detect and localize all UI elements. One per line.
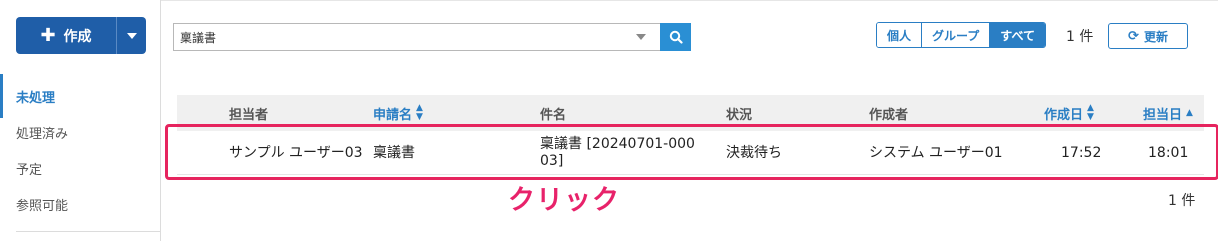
column-label: 担当日 (1143, 107, 1183, 123)
cell-status: 決裁待ち (726, 144, 782, 161)
column-header-subject: 件名 (540, 95, 566, 131)
sidebar: ✚ 作成 未処理 処理済み 予定 参照可能 (3, 0, 161, 241)
search-icon (669, 30, 683, 44)
column-label: 作成日 (1044, 107, 1084, 123)
create-button[interactable]: ✚ 作成 (16, 17, 116, 54)
refresh-icon: ⟳ (1128, 28, 1139, 44)
chevron-down-icon (126, 32, 137, 39)
sidebar-item-scheduled[interactable]: 予定 (3, 150, 161, 186)
plus-icon: ✚ (40, 25, 56, 46)
column-label: 担当者 (229, 107, 269, 123)
result-count: 1 件 (1066, 29, 1094, 45)
scope-filter: 個人 グループ すべて (876, 22, 1046, 48)
column-label: 件名 (540, 107, 567, 123)
create-dropdown-toggle[interactable] (116, 17, 146, 54)
search-button[interactable] (660, 23, 691, 51)
top-divider (161, 0, 1218, 1)
search-input[interactable]: 稟議書 (173, 23, 660, 51)
sidebar-item-label: 参照可能 (16, 198, 69, 214)
search-value: 稟議書 (180, 30, 217, 45)
column-header-assignee: 担当者 (229, 95, 268, 131)
sort-asc-icon: ▲ (1186, 107, 1193, 118)
chevron-down-icon[interactable] (636, 34, 646, 40)
scope-group-button[interactable]: グループ (922, 23, 991, 47)
column-header-creator: 作成者 (869, 95, 908, 131)
sidebar-item-unprocessed[interactable]: 未処理 (3, 78, 161, 114)
sidebar-item-label: 予定 (16, 162, 43, 178)
create-button-label: 作成 (63, 28, 92, 45)
scope-label: 個人 (887, 28, 912, 43)
column-label: 作成者 (869, 107, 909, 123)
sidebar-item-label: 未処理 (16, 90, 56, 106)
table-header: 担当者 申請名 ▲ ▼ 件名 状況 作成者 作成日 ▲ ▼ 担当日 ▲ (177, 95, 1204, 131)
cell-created: 17:52 (1061, 144, 1102, 161)
column-header-created[interactable]: 作成日 ▲ ▼ (1044, 95, 1094, 131)
scope-label: グループ (932, 28, 980, 43)
column-label: 状況 (726, 107, 753, 123)
column-header-application[interactable]: 申請名 ▲ ▼ (373, 95, 423, 131)
cell-application: 稟議書 (373, 144, 415, 161)
sidebar-nav: 未処理 処理済み 予定 参照可能 (3, 78, 161, 222)
sidebar-item-label: 処理済み (16, 126, 69, 142)
sidebar-divider (16, 231, 160, 232)
column-header-assigned[interactable]: 担当日 ▲ (1143, 95, 1193, 131)
click-annotation: クリック (508, 185, 620, 216)
sort-both-icon: ▲ ▼ (1087, 103, 1094, 122)
create-button-group: ✚ 作成 (16, 17, 146, 54)
cell-creator: システム ユーザー01 (869, 144, 1003, 161)
sort-both-icon: ▲ ▼ (416, 103, 423, 122)
result-count-footer: 1 件 (1168, 193, 1196, 209)
sidebar-item-viewable[interactable]: 参照可能 (3, 186, 161, 222)
search-bar: 稟議書 (173, 23, 691, 51)
refresh-label: 更新 (1143, 29, 1168, 44)
scope-personal-button[interactable]: 個人 (877, 23, 923, 47)
refresh-button[interactable]: ⟳ 更新 (1108, 23, 1188, 49)
scope-label: すべて (1000, 28, 1035, 43)
cell-subject: 稟議書 [20240701-00003] (540, 136, 695, 169)
column-header-status: 状況 (726, 95, 752, 131)
scope-all-button[interactable]: すべて (990, 23, 1045, 47)
column-label: 申請名 (373, 107, 413, 123)
cell-assigned: 18:01 (1148, 144, 1189, 161)
table-row[interactable]: サンプル ユーザー03 稟議書 稟議書 [20240701-00003] 決裁待… (177, 131, 1204, 175)
sidebar-item-processed[interactable]: 処理済み (3, 114, 161, 150)
cell-assignee: サンプル ユーザー03 (229, 144, 363, 161)
